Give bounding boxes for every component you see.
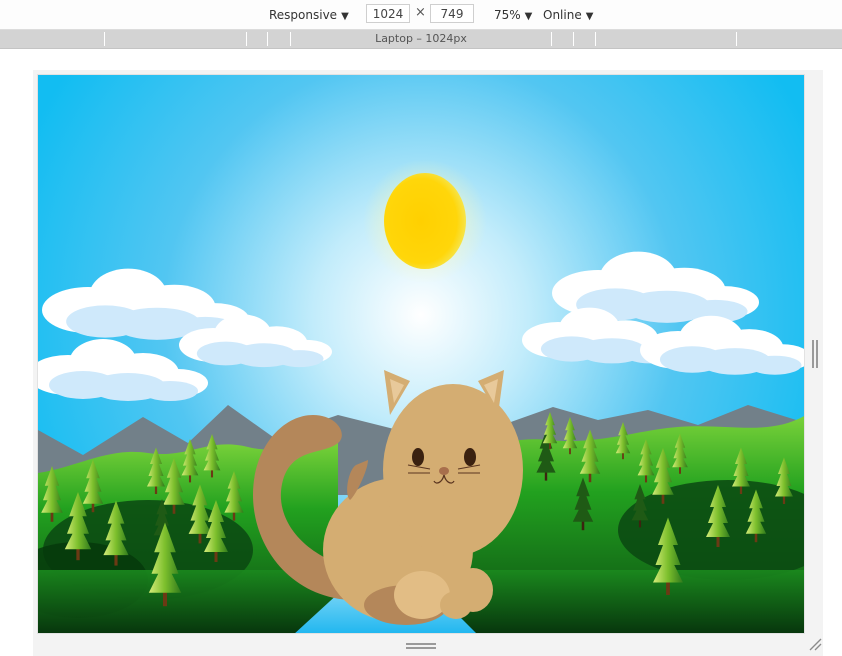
grip-line: [406, 643, 436, 645]
network-throttle-select[interactable]: Online ▼: [543, 6, 593, 24]
zoom-select[interactable]: 75% ▼: [494, 6, 532, 24]
grip-line: [816, 340, 818, 368]
resize-handle-bottom[interactable]: [406, 643, 436, 649]
device-toolbar: Responsive▼ × 75%▼ Online▼: [0, 0, 842, 30]
zoom-select-label: 75%: [494, 8, 521, 22]
height-input[interactable]: [430, 4, 474, 23]
media-query-ruler[interactable]: Laptop – 1024px: [0, 30, 842, 49]
grip-line: [406, 647, 436, 649]
network-select-label: Online: [543, 8, 582, 22]
sun-icon: [363, 159, 487, 283]
dimension-separator: ×: [415, 5, 426, 20]
caret-down-icon: ▼: [524, 11, 533, 22]
device-select-label: Responsive: [269, 8, 338, 22]
grip-line: [812, 340, 814, 368]
page-viewport[interactable]: [37, 74, 805, 634]
device-select[interactable]: Responsive ▼: [269, 6, 349, 24]
device-canvas: [0, 49, 842, 656]
ruler-label: Laptop – 1024px: [375, 32, 467, 45]
caret-down-icon: ▼: [341, 11, 349, 22]
resize-handle-right[interactable]: [812, 340, 820, 368]
caret-down-icon: ▼: [585, 11, 594, 22]
width-input[interactable]: [366, 4, 410, 23]
landscape-illustration: [38, 75, 804, 633]
resize-handle-icon[interactable]: [808, 637, 822, 651]
